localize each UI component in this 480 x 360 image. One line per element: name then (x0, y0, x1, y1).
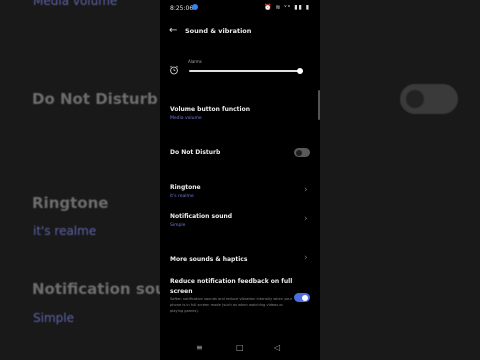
menu-nav-icon[interactable]: ≡ (196, 344, 203, 352)
scrollbar[interactable] (318, 90, 320, 120)
background-ringtone-text: Ringtone (32, 194, 109, 212)
dnd-toggle[interactable] (294, 148, 310, 157)
background-dnd-text: Do Not Disturb (32, 90, 158, 108)
reduce-feedback-description: Soften notification sounds and reduce vi… (170, 297, 293, 313)
status-icons: ⏰ ≋ ᵛᵒ ▮▮ ▮ (263, 4, 310, 11)
notification-sound-chevron-icon: › (304, 214, 308, 224)
background-top-sub: Media volume (33, 0, 118, 8)
alarm-slider-label: Alarms (188, 59, 202, 64)
back-nav-icon[interactable]: ◁ (274, 344, 280, 352)
background-ringtone-sub: it's realme (33, 224, 97, 238)
reduce-feedback-label-line1: Reduce notification feedback on full (170, 278, 293, 285)
background-toggle (400, 84, 458, 114)
notification-sound-value: Simple (170, 223, 186, 228)
back-arrow-icon[interactable]: ← (169, 26, 177, 36)
navigation-bar: ≡ □ ◁ (160, 338, 320, 360)
status-bar: 8:25:06 ⏰ ≋ ᵛᵒ ▮▮ ▮ (160, 0, 320, 16)
app-header: ← Sound & vibration (160, 22, 320, 40)
notification-sound-label: Notification sound (170, 213, 233, 220)
status-time: 8:25:06 (170, 5, 194, 12)
home-nav-icon[interactable]: □ (236, 344, 244, 352)
alarm-clock-icon (170, 65, 178, 75)
more-sounds-chevron-icon: › (304, 253, 308, 263)
volume-button-label: Volume button function (170, 106, 250, 113)
background-left (0, 0, 160, 360)
reduce-feedback-toggle-knob (302, 294, 308, 301)
reduce-feedback-label-line2: screen (170, 288, 193, 295)
background-notif-sub: Simple (33, 311, 74, 325)
ringtone-label: Ringtone (170, 184, 201, 191)
reduce-feedback-toggle[interactable] (294, 293, 310, 302)
background-right (320, 0, 480, 360)
dnd-label: Do Not Disturb (170, 149, 221, 156)
background-notif-text: Notification sou (32, 280, 166, 298)
alarm-volume-slider-thumb[interactable] (296, 68, 303, 74)
volume-button-value: Media volume (170, 116, 202, 121)
ringtone-value: it's realme (170, 194, 194, 199)
more-sounds-label: More sounds & haptics (170, 256, 248, 263)
dnd-toggle-knob (296, 149, 302, 156)
page-title: Sound & vibration (185, 27, 252, 35)
phone-screen: 8:25:06 ⏰ ≋ ᵛᵒ ▮▮ ▮ ← Sound & vibration … (160, 0, 320, 360)
alarm-volume-slider[interactable] (189, 70, 303, 72)
notification-dot-icon (192, 4, 198, 10)
ringtone-chevron-icon: › (304, 185, 308, 195)
